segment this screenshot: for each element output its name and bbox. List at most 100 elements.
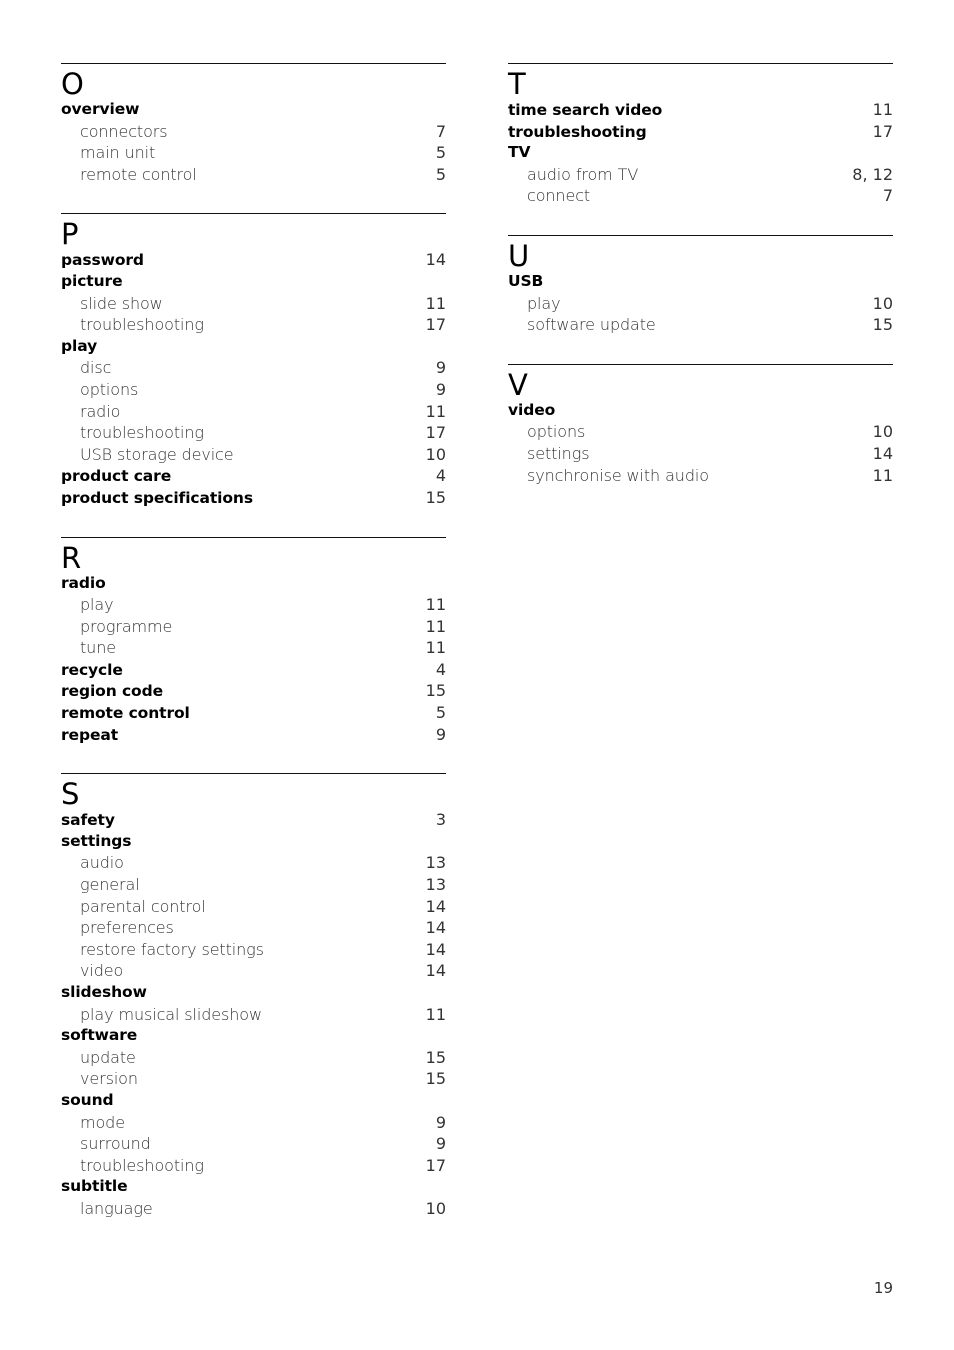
index-entry: region code 15 [61,680,446,702]
entry-term: options [80,379,139,399]
entry-page-ref: 11 [425,401,446,421]
entry-page-ref: 14 [425,896,446,916]
entry-page-ref: 15 [425,681,446,701]
index-subentry: play 11 [61,594,446,616]
index-subentry: restore factory settings 14 [61,939,446,961]
entry-page-ref: 11 [425,293,446,313]
index-subentry: audio from TV 8, 12 [508,164,893,186]
entry-page-ref: 11 [425,616,446,636]
section-letter: V [508,367,528,402]
index-entry: settings [61,831,446,853]
index-entry: password 14 [61,249,446,271]
entry-page-ref: 10 [425,444,446,464]
entry-term: sound [61,1090,114,1109]
index-entry: product specifications 15 [61,487,446,509]
entry-page-ref: 15 [872,315,893,335]
index-column-right: Ttime search video 11 troubleshooting 17 TV a… [508,63,893,514]
entry-page-ref: 14 [425,918,446,938]
entry-term: radio [61,573,106,592]
section-letter: P [61,217,79,252]
index-subentry: video 14 [61,960,446,982]
entry-term: recycle [61,660,123,679]
index-subentry: tune 11 [61,637,446,659]
index-section: Ssafety 3 settings audio 13 general 13 parental… [61,773,446,1219]
entry-page-ref: 15 [425,1069,446,1089]
entry-page-ref: 13 [425,875,446,895]
entry-page-ref: 15 [425,487,446,507]
entry-page-ref: 10 [872,293,893,313]
entry-term: audio from TV [527,164,639,184]
entry-page-ref: 4 [435,466,446,486]
entry-term: troubleshooting [80,315,204,335]
entry-term: options [527,422,586,442]
entry-page-ref: 17 [425,423,446,443]
index-subentry: slide show 11 [61,293,446,315]
index-column-left: Ooverview connectors 7 main unit 5 remote con… [61,63,446,1248]
entry-term: connect [527,186,591,206]
entry-page-ref: 10 [425,1198,446,1218]
entry-term: play [61,336,98,355]
section-letter: U [508,238,530,273]
entry-term: restore factory settings [80,939,264,959]
index-subentry: mode 9 [61,1112,446,1134]
entry-page-ref: 11 [425,595,446,615]
index-entry: safety 3 [61,809,446,831]
index-subentry: main unit 5 [61,142,446,164]
index-subentry: radio 11 [61,401,446,423]
entry-page-ref: 11 [425,1004,446,1024]
entry-term: slide show [80,293,163,313]
index-subentry: connect 7 [508,185,893,207]
entry-term: repeat [61,725,119,744]
index-entry: radio [61,573,446,595]
entry-page-ref: 7 [435,121,446,141]
entry-page-ref: 9 [435,1134,446,1154]
index-section: Vvideo options 10 settings 14 synchronise wit… [508,363,893,486]
entry-term: tune [80,638,116,658]
index-section: Rradio play 11 programme 11 tune 11 recycle 4 reg… [61,536,446,746]
entry-term: product care [61,467,172,486]
entry-page-ref: 17 [425,315,446,335]
entry-term: product specifications [61,488,253,507]
index-entry: play [61,336,446,358]
index-entry: remote control 5 [61,702,446,724]
entry-page-ref: 7 [882,186,893,206]
entry-page-ref: 14 [425,250,446,270]
entry-page-ref: 5 [435,703,446,723]
index-subentry: preferences 14 [61,917,446,939]
entry-term: video [80,961,124,981]
index-entry: software [61,1025,446,1047]
entry-term: USB [508,271,544,290]
entry-term: programme [80,616,173,636]
index-entry: time search video 11 [508,99,893,121]
index-entry: video [508,400,893,422]
entry-page-ref: 17 [425,1155,446,1175]
entry-term: TV [508,143,531,162]
entry-term: troubleshooting [508,122,647,141]
entry-term: disc [80,358,112,378]
index-section: U USB play 10 software update 15 [508,234,893,336]
entry-term: region code [61,682,163,701]
entry-term: troubleshooting [80,1155,204,1175]
index-subentry: audio 13 [61,852,446,874]
entry-term: USB storage device [80,444,234,464]
entry-term: language [80,1198,153,1218]
index-subentry: troubleshooting 17 [61,422,446,444]
index-subentry: settings 14 [508,443,893,465]
entry-page-ref: 5 [435,143,446,163]
entry-term: preferences [80,918,174,938]
entry-page-ref: 13 [425,853,446,873]
section-letter: O [61,67,84,101]
entry-page-ref: 17 [872,121,893,141]
index-entry: USB [508,271,893,293]
index-subentry: update 15 [61,1047,446,1069]
index-section: Ttime search video 11 troubleshooting 17 TV a… [508,63,893,207]
index-subentry: options 10 [508,421,893,443]
index-section: Ppassword 14 picture slide show 11 troublesho… [61,213,446,508]
entry-term: radio [80,401,121,421]
entry-term: software [61,1026,138,1045]
entry-term: slideshow [61,983,147,1001]
entry-term: overview [61,100,140,118]
index-subentry: surround 9 [61,1133,446,1155]
entry-term: mode [80,1112,125,1132]
entry-term: play [527,293,561,313]
